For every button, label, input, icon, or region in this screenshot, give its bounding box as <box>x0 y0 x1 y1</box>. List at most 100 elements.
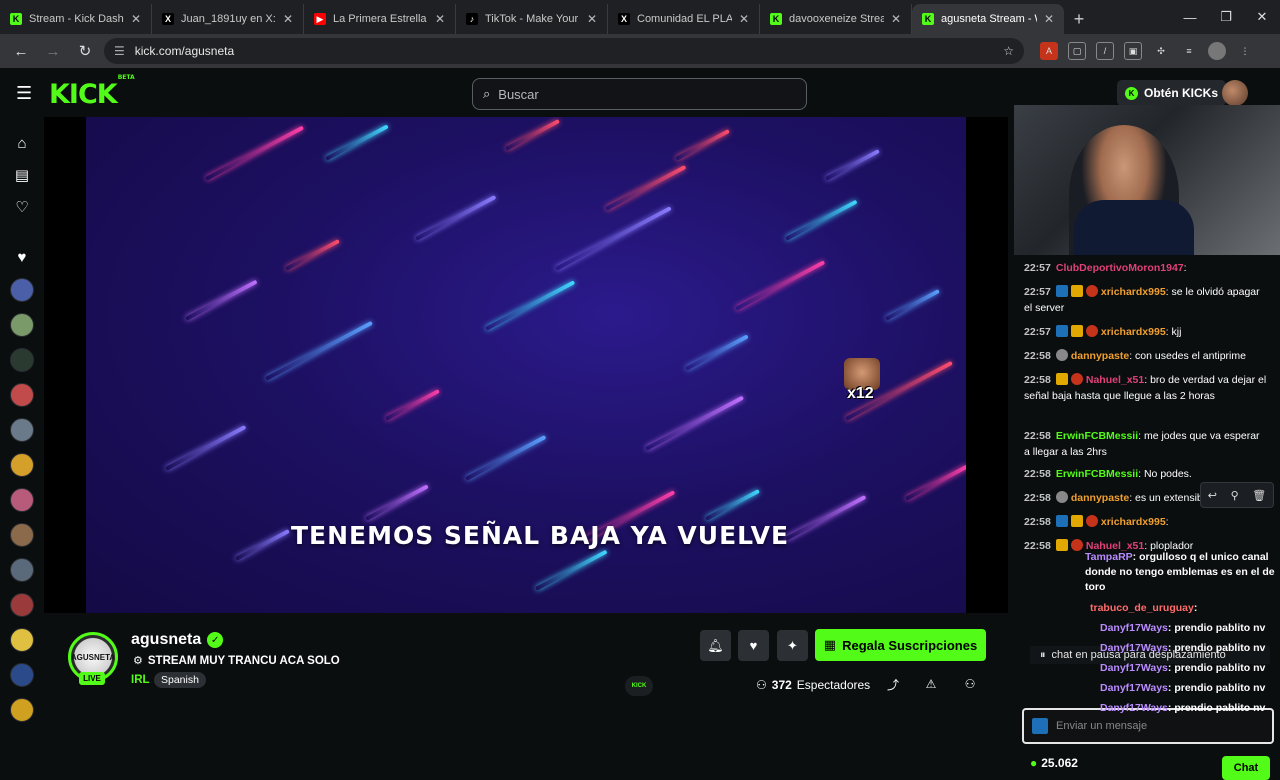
followed-channel-avatar[interactable] <box>10 313 34 337</box>
red-badge-icon <box>1085 325 1098 337</box>
back-button[interactable]: ← <box>8 38 34 64</box>
notifications-button[interactable]: 🔔︎ <box>700 630 731 661</box>
browser-tab[interactable]: X Juan_1891uy en X: "Vi ✕ <box>152 4 304 34</box>
chat-username[interactable]: dannypaste <box>1071 350 1129 362</box>
chat-overlay-line: Danyf17Ways: prendio pablito nv <box>1100 682 1265 694</box>
close-tab-icon[interactable]: ✕ <box>891 12 901 26</box>
chat-message[interactable]: 22:58 dannypaste: con usedes el antiprime <box>1024 348 1268 364</box>
puzzle-icon[interactable]: ✣ <box>1152 42 1170 60</box>
chat-username[interactable]: dannypaste <box>1071 492 1129 504</box>
followed-channel-avatar[interactable] <box>10 523 34 547</box>
chat-username[interactable]: xrichardx995 <box>1101 516 1166 528</box>
browser-tab[interactable]: X Comunidad EL PLANE ✕ <box>608 4 760 34</box>
chat-username[interactable]: ErwinFCBMessii <box>1056 430 1138 442</box>
extension-icon[interactable]: ▣ <box>1124 42 1142 60</box>
browser-tab[interactable]: K Stream - Kick Dashbo ✕ <box>0 4 152 34</box>
chat-username[interactable]: ErwinFCBMessii <box>1056 468 1138 480</box>
sparkle-button[interactable]: ✦ <box>777 630 808 661</box>
close-tab-icon[interactable]: ✕ <box>283 12 293 26</box>
profile-icon[interactable] <box>1208 42 1226 60</box>
chat-overlay-username: Danyf17Ways <box>1100 662 1168 674</box>
minimize-button[interactable]: — <box>1172 0 1208 34</box>
close-tab-icon[interactable]: ✕ <box>1044 12 1054 26</box>
followed-channel-avatar[interactable] <box>10 383 34 407</box>
share-icon[interactable]: ⤴ <box>885 676 901 692</box>
followed-channel-avatar[interactable] <box>10 698 34 722</box>
close-tab-icon[interactable]: ✕ <box>739 12 749 26</box>
close-window-button[interactable]: ✕ <box>1244 0 1280 34</box>
forward-button[interactable]: → <box>40 38 66 64</box>
chat-username[interactable]: xrichardx995 <box>1101 326 1166 338</box>
followed-channel-avatar[interactable] <box>10 418 34 442</box>
get-kicks-button[interactable]: K Obtén KICKs <box>1117 80 1227 106</box>
url-field[interactable]: ☰ kick.com/agusneta ☆ <box>104 38 1024 64</box>
reload-button[interactable]: ↻ <box>72 38 98 64</box>
chat-username[interactable]: ClubDeportivoMoron1947 <box>1056 262 1184 274</box>
reply-icon[interactable]: ↩ <box>1208 489 1217 502</box>
chat-username[interactable]: Nahuel_x51 <box>1086 374 1144 386</box>
chat-message[interactable]: 22:58 xrichardx995: <box>1024 514 1268 530</box>
browser-tab[interactable]: ♪ TikTok - Make Your Da ✕ <box>456 4 608 34</box>
bookmark-star-icon[interactable]: ☆ <box>1003 44 1014 58</box>
followed-channel-avatar[interactable] <box>10 593 34 617</box>
send-chat-button[interactable]: Chat <box>1222 756 1270 780</box>
extension-icon[interactable]: / <box>1096 42 1114 60</box>
site-info-icon[interactable]: ☰ <box>114 44 125 58</box>
followed-channel-avatar[interactable] <box>10 628 34 652</box>
tab-favicon-icon: K <box>922 13 934 25</box>
stream-category[interactable]: IRL <box>131 674 150 686</box>
followed-channel-avatar[interactable] <box>10 488 34 512</box>
followed-channel-avatar[interactable] <box>10 453 34 477</box>
chat-message[interactable]: 22:58 Nahuel_x51: bro de verdad va dejar … <box>1024 372 1268 404</box>
followed-channel-avatar[interactable] <box>10 663 34 687</box>
follow-button[interactable]: ♥ <box>738 630 769 661</box>
following-icon[interactable]: ♡ <box>13 198 31 216</box>
new-tab-button[interactable]: + <box>1064 4 1094 34</box>
pin-icon[interactable]: ⚲ <box>1231 489 1239 502</box>
browse-icon[interactable]: ▤ <box>13 166 31 184</box>
close-tab-icon[interactable]: ✕ <box>435 12 445 26</box>
close-tab-icon[interactable]: ✕ <box>587 12 597 26</box>
browser-tab[interactable]: ▶ La Primera Estrella Uru ✕ <box>304 4 456 34</box>
user-options-icon[interactable]: ⚇ <box>962 676 978 692</box>
chat-username[interactable]: xrichardx995 <box>1101 286 1166 298</box>
chat-message[interactable]: 22:57 xrichardx995: kjj <box>1024 324 1268 340</box>
verified-icon: ✓ <box>207 632 224 648</box>
close-tab-icon[interactable]: ✕ <box>131 12 141 26</box>
chat-overlay-text: : prendio pablito nv <box>1167 662 1266 674</box>
followed-channel-avatar[interactable] <box>10 558 34 582</box>
browser-tab[interactable]: Kdavooxeneize Stream ✕ <box>760 4 912 34</box>
chat-message[interactable]: 22:58 ErwinFCBMessii: No podes. <box>1024 466 1268 482</box>
browser-tab[interactable]: Kagusneta Stream - Wat ✕ <box>912 4 1064 34</box>
search-input[interactable] <box>498 86 779 102</box>
tab-favicon-icon: K <box>770 13 782 25</box>
gift-subs-button[interactable]: ▦ Regala Suscripciones <box>815 629 986 661</box>
chat-timestamp: 22:58 <box>1024 492 1051 504</box>
extension-icon[interactable]: ▢ <box>1068 42 1086 60</box>
menu-icon[interactable]: ☰ <box>16 84 34 102</box>
followed-channel-avatar[interactable] <box>10 348 34 372</box>
home-icon[interactable]: ⌂ <box>13 134 31 152</box>
chat-message[interactable]: 22:58 ErwinFCBMessii: me jodes que va esp… <box>1024 428 1268 460</box>
restore-button[interactable]: ❐ <box>1208 0 1244 34</box>
chat-message[interactable]: 22:57 ClubDeportivoMoron1947: <box>1024 260 1268 276</box>
kicks-balance[interactable]: ● 25.062 <box>1030 756 1078 770</box>
streamer-name[interactable]: agusneta ✓ <box>131 631 224 649</box>
language-tag[interactable]: Spanish <box>154 672 206 688</box>
chat-overlay-username: Danyf17Ways <box>1100 622 1168 634</box>
followed-channel-avatar[interactable] <box>10 278 34 302</box>
user-avatar[interactable] <box>1222 80 1248 106</box>
extension-icon[interactable]: A <box>1040 42 1058 60</box>
video-player[interactable]: x12 TENEMOS SEÑAL BAJA YA VUELVE <box>44 117 1008 613</box>
chat-message[interactable]: 22:57 xrichardx995: se le olvidó apagar e… <box>1024 284 1268 316</box>
chat-timestamp: 22:58 <box>1024 430 1051 442</box>
media-icon[interactable]: ≡ <box>1180 42 1198 60</box>
menu-dots-icon[interactable]: ⋮ <box>1236 42 1254 60</box>
kick-page: ☰ KICKBETA ⌕ K Obtén KICKs ⌂ ▤ ♡ ♥ x12 T… <box>0 68 1280 780</box>
report-icon[interactable]: ⚠ <box>923 676 939 692</box>
kick-logo[interactable]: KICKBETA <box>49 74 135 110</box>
light-streak <box>785 199 858 241</box>
gold-badge-icon <box>1070 515 1083 527</box>
message-tools: ↩ ⚲ 🗑︎ <box>1200 482 1274 508</box>
delete-icon[interactable]: 🗑︎ <box>1252 489 1266 502</box>
